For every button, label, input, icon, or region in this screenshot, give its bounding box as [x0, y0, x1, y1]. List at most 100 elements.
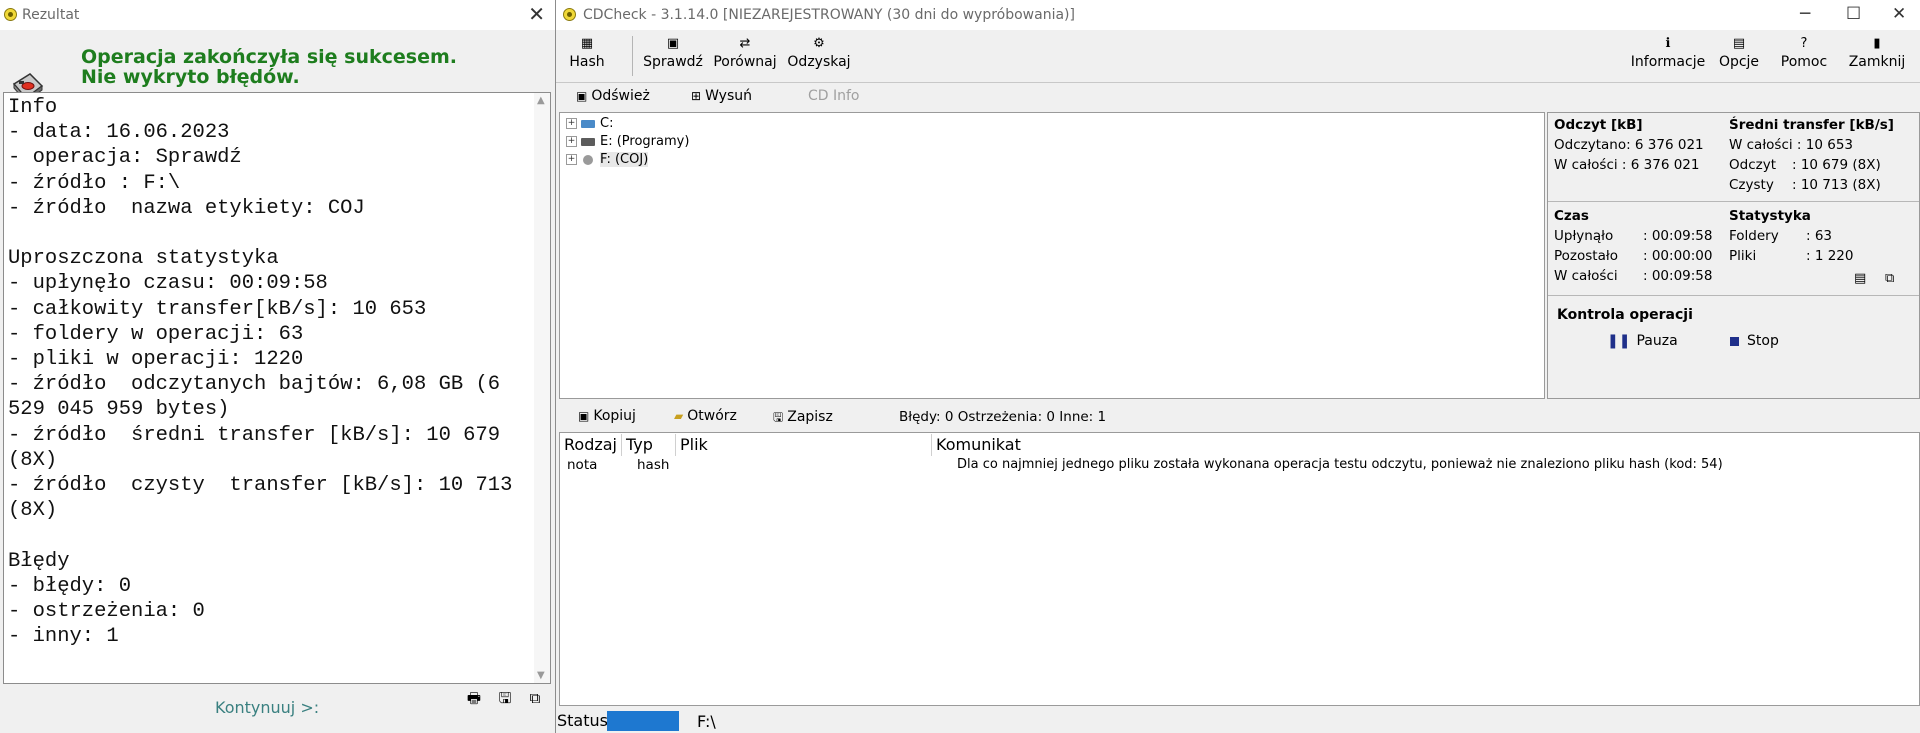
expand-icon[interactable]: +: [566, 118, 577, 129]
remaining-value: : 00:00:00: [1643, 248, 1713, 264]
cdcheck-window-title: CDCheck - 3.1.14.0 [NIEZAREJESTROWANY (3…: [583, 7, 1075, 23]
copy-messages-button[interactable]: ▣ Kopiuj: [578, 408, 636, 424]
statistics-title: Statystyka: [1729, 208, 1811, 224]
options-button[interactable]: ▤ Opcje: [1716, 32, 1762, 78]
report-scrollbar[interactable]: ▲ ▼: [534, 93, 550, 683]
total-time-label: W całości: [1554, 268, 1618, 284]
refresh-button[interactable]: ▣ Odśwież: [576, 88, 650, 104]
table-row[interactable]: nota hash Dla co najmniej jednego pliku …: [560, 456, 1919, 475]
tree-item-label: F: (COJ): [600, 152, 649, 167]
expand-icon[interactable]: +: [566, 154, 577, 165]
recover-label: Odzyskaj: [787, 54, 851, 70]
scroll-up-icon[interactable]: ▲: [537, 95, 545, 106]
drive-toolbar: ▣ Odśwież ⊞ Wysuń CD Info: [556, 84, 1920, 110]
eject-icon: ⊞: [691, 89, 702, 103]
folder-icon: ▰: [674, 409, 684, 423]
toolbar-separator: [632, 36, 633, 76]
hard-drive-icon: [581, 137, 595, 146]
cdcheck-titlebar: CDCheck - 3.1.14.0 [NIEZAREJESTROWANY (3…: [556, 0, 1920, 30]
tree-item-c[interactable]: + C:: [566, 115, 613, 133]
help-label: Pomoc: [1780, 54, 1828, 70]
compare-button[interactable]: ⇄ Porównaj: [710, 32, 780, 78]
hash-button[interactable]: ▦ Hash: [564, 32, 610, 78]
options-label: Opcje: [1718, 54, 1760, 70]
report-text: Info - data: 16.06.2023 - operacja: Spra…: [8, 96, 513, 649]
total-time-value: : 00:09:58: [1643, 268, 1713, 284]
help-icon: ?: [1800, 36, 1808, 51]
continue-button[interactable]: Kontynuuj >:: [215, 698, 319, 717]
refresh-icon: ▣: [576, 89, 588, 103]
tree-item-label: C:: [600, 116, 614, 131]
check-button[interactable]: ▣ Sprawdź: [640, 32, 706, 78]
column-header-file[interactable]: Plik: [676, 434, 932, 456]
close-window-button[interactable]: ✕: [1892, 4, 1906, 24]
main-toolbar: ▦ Hash ▣ Sprawdź ⇄ Porównaj ⚙ Odzyskaj ℹ…: [556, 30, 1920, 83]
eject-label: Wysuń: [705, 88, 752, 104]
open-messages-button[interactable]: ▰ Otwórz: [674, 408, 737, 424]
app-icon: [4, 8, 17, 21]
save-messages-button[interactable]: 🖫 Zapisz: [773, 408, 833, 429]
column-header-message[interactable]: Komunikat: [932, 434, 1919, 456]
report-textbox[interactable]: Info - data: 16.06.2023 - operacja: Spra…: [3, 92, 551, 684]
avg-clean-label: Czysty: [1729, 177, 1774, 193]
copy-icon[interactable]: ⧉: [526, 690, 544, 706]
hash-label: Hash: [569, 54, 605, 70]
operation-control-title: Kontrola operacji: [1557, 307, 1693, 323]
status-progress: [607, 711, 679, 731]
compare-icon: ⇄: [739, 36, 751, 51]
elapsed-value: : 00:09:58: [1643, 228, 1713, 244]
cell-kind: hash: [637, 457, 670, 473]
save-icon: 🖫: [773, 410, 784, 424]
stop-button[interactable]: Stop: [1730, 333, 1779, 349]
maximize-button[interactable]: ☐: [1846, 4, 1861, 24]
messages-toolbar: ▣ Kopiuj ▰ Otwórz 🖫 Zapisz Błędy: 0 Ostrzeż…: [556, 402, 1920, 430]
time-title: Czas: [1554, 208, 1589, 224]
copy-label: Kopiuj: [593, 408, 636, 424]
hash-icon: ▦: [580, 36, 594, 51]
stats-divider: [1548, 201, 1919, 202]
pause-button[interactable]: ❚❚ Pauza: [1607, 333, 1678, 349]
result-window-title: Rezultat: [22, 7, 80, 23]
drive-tree[interactable]: + C: + E: (Programy) + F: (COJ): [559, 112, 1545, 399]
status-bar: Status: F:\: [556, 708, 1920, 733]
print-icon[interactable]: 🖶: [465, 690, 483, 706]
cdcheck-window: CDCheck - 3.1.14.0 [NIEZAREJESTROWANY (3…: [556, 0, 1920, 733]
messages-summary: Błędy: 0 Ostrzeżenia: 0 Inne: 1: [899, 409, 1107, 425]
export-stats-icon[interactable]: ▤: [1854, 271, 1866, 286]
cd-drive-icon: [583, 154, 593, 165]
scroll-down-icon[interactable]: ▼: [537, 670, 545, 681]
status-label: Status:: [557, 711, 614, 730]
avg-transfer-total: W całości : 10 653: [1729, 137, 1854, 153]
result-message-no-errors: Nie wykryto błędów.: [81, 66, 300, 88]
eject-button[interactable]: ⊞ Wysuń: [691, 88, 752, 104]
cd-info-button[interactable]: CD Info: [808, 88, 860, 104]
copy-stats-icon[interactable]: ⧉: [1885, 271, 1894, 286]
messages-list[interactable]: Rodzaj Typ Plik Komunikat nota hash Dla …: [559, 432, 1920, 706]
column-header-kind[interactable]: Typ: [622, 434, 676, 456]
read-title: Odczyt [kB]: [1554, 117, 1643, 133]
info-icon: ℹ: [1665, 36, 1671, 51]
folders-label: Foldery: [1729, 228, 1779, 244]
stats-divider: [1548, 295, 1919, 296]
result-message-success: Operacja zakończyła się sukcesem.: [81, 46, 457, 68]
network-drive-icon: [581, 119, 595, 128]
avg-read-value: : 10 679 (8X): [1792, 157, 1881, 173]
expand-icon[interactable]: +: [566, 136, 577, 147]
stop-label: Stop: [1747, 333, 1779, 349]
recover-icon: ⚙: [813, 36, 825, 51]
cell-message: Dla co najmniej jednego pliku została wy…: [957, 457, 1723, 472]
avg-clean-value: : 10 713 (8X): [1792, 177, 1881, 193]
compare-label: Porównaj: [713, 54, 777, 70]
close-app-button[interactable]: ▮ Zamknij: [1846, 32, 1908, 78]
column-header-type[interactable]: Rodzaj: [560, 434, 622, 456]
check-icon: ▣: [666, 36, 680, 51]
tree-item-f[interactable]: + F: (COJ): [566, 151, 649, 169]
stop-icon: [1730, 336, 1739, 346]
help-button[interactable]: ? Pomoc: [1778, 32, 1830, 78]
tree-item-e[interactable]: + E: (Programy): [566, 133, 689, 151]
recover-button[interactable]: ⚙ Odzyskaj: [784, 32, 854, 78]
info-button[interactable]: ℹ Informacje: [1628, 32, 1708, 78]
save-icon[interactable]: 🖫: [496, 690, 514, 706]
close-icon[interactable]: ✕: [528, 2, 545, 26]
minimize-button[interactable]: ─: [1800, 4, 1810, 24]
